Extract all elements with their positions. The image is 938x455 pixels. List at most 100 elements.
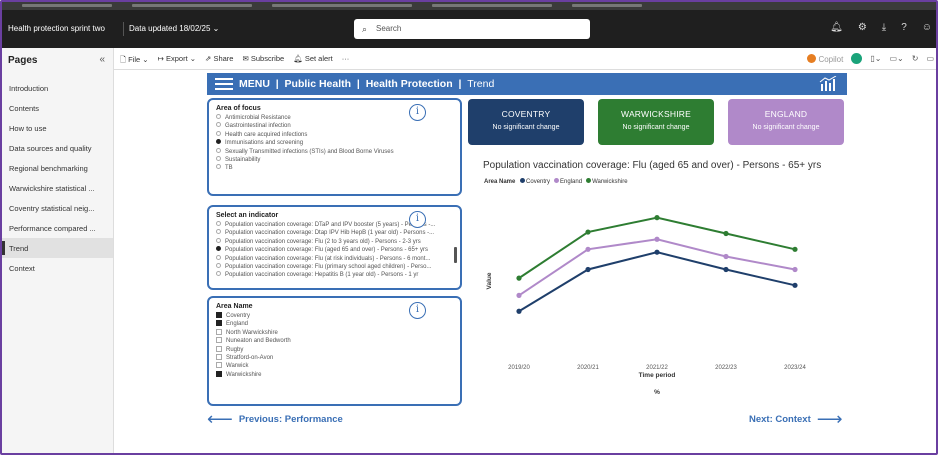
menu-icon[interactable] xyxy=(215,78,233,90)
radio-button[interactable] xyxy=(216,237,221,243)
data-point xyxy=(792,282,798,288)
page-item-0[interactable]: Introduction xyxy=(2,78,113,98)
view-icon[interactable]: ▭⌄ xyxy=(889,54,903,63)
radio-option[interactable]: Population vaccination coverage: Hepatit… xyxy=(216,271,453,279)
set-alert-button[interactable]: 🔔︎ Set alert xyxy=(293,54,333,67)
download-icon[interactable]: ⤓ xyxy=(882,22,886,33)
radio-button[interactable] xyxy=(216,221,221,226)
menu-label[interactable]: MENU xyxy=(239,78,270,90)
radio-option[interactable]: Population vaccination coverage: Flu (pr… xyxy=(216,263,453,271)
radio-button[interactable] xyxy=(216,263,221,269)
settings-icon[interactable]: ⚙ xyxy=(858,22,867,33)
page-item-1[interactable]: Contents xyxy=(2,98,113,118)
radio-option[interactable]: Immunisations and screening xyxy=(216,139,453,147)
data-point xyxy=(792,246,798,252)
bookmark-icon[interactable]: ▯⌄ xyxy=(870,54,881,63)
collapse-pages-icon[interactable]: « xyxy=(99,54,105,65)
radio-button[interactable] xyxy=(216,114,221,119)
header-banner: MENU | Public Health | Health Protection… xyxy=(207,73,847,95)
x-tick-label: 2023/24 xyxy=(784,365,806,371)
refresh-icon[interactable] xyxy=(851,53,863,64)
checkbox-option[interactable]: Warwickshire xyxy=(216,370,453,379)
data-point xyxy=(516,275,522,281)
checkbox-option[interactable]: North Warwickshire xyxy=(216,328,453,337)
checkbox-option[interactable]: Warwick xyxy=(216,362,453,370)
radio-option[interactable]: Health care acquired infections xyxy=(216,130,453,139)
comment-icon[interactable]: ▭ xyxy=(926,54,934,63)
radio-option[interactable]: Population vaccination coverage: Dtap IP… xyxy=(216,229,453,237)
breadcrumb-health-protection[interactable]: Health Protection xyxy=(366,78,453,90)
notifications-icon[interactable]: 🔔︎ xyxy=(830,22,843,33)
option-label: North Warwickshire xyxy=(226,329,278,336)
checkbox[interactable] xyxy=(216,312,222,318)
help-icon[interactable]: ? xyxy=(901,22,907,33)
page-item-5[interactable]: Warwickshire statistical ... xyxy=(2,178,113,198)
radio-option[interactable]: Population vaccination coverage: Flu (ag… xyxy=(216,246,453,254)
checkbox-option[interactable]: Rugby xyxy=(216,345,453,354)
radio-button[interactable] xyxy=(216,271,221,277)
next-page-link[interactable]: Next: Context ⟶ xyxy=(749,410,843,428)
share-button[interactable]: ⇗ Share xyxy=(205,54,233,67)
copilot-button[interactable]: Copilot xyxy=(807,53,843,64)
checkbox[interactable] xyxy=(216,320,222,327)
indicator-options: Population vaccination coverage: DTaP an… xyxy=(216,221,453,280)
checkbox[interactable] xyxy=(216,362,222,369)
radio-button[interactable] xyxy=(216,156,221,162)
radio-button[interactable] xyxy=(216,229,221,235)
search-icon: ⌕ xyxy=(362,24,368,34)
checkbox-option[interactable]: England xyxy=(216,320,453,328)
checkbox[interactable] xyxy=(216,370,222,377)
radio-option[interactable]: Population vaccination coverage: Flu (2 … xyxy=(216,237,453,246)
chart-title: Population vaccination coverage: Flu (ag… xyxy=(483,160,822,171)
breadcrumb-trend: Trend xyxy=(467,78,495,90)
x-tick-label: 2020/21 xyxy=(577,365,599,371)
checkbox[interactable] xyxy=(216,354,222,361)
trend-line-chart: Value 2019/20 2020/21 2021/22 2022/23 2023/24… xyxy=(486,215,807,396)
page-item-6[interactable]: Coventry statistical neig... xyxy=(2,198,113,218)
workspace-name[interactable]: Health protection sprint two xyxy=(8,24,105,33)
arrow-left-icon: ⟵ xyxy=(207,409,233,429)
search-box[interactable]: ⌕ Search xyxy=(354,19,590,39)
checkbox[interactable] xyxy=(216,337,222,344)
more-options-button[interactable]: ··· xyxy=(342,54,350,67)
radio-button[interactable] xyxy=(216,164,221,170)
radio-option[interactable]: Sustainability xyxy=(216,156,453,164)
info-icon[interactable]: i xyxy=(409,104,426,121)
x-tick-label: 2021/22 xyxy=(646,365,668,371)
card-status: No significant change xyxy=(752,124,820,131)
reload-icon[interactable]: ↻ xyxy=(912,54,919,63)
option-label: Nuneaton and Bedworth xyxy=(226,338,291,345)
page-item-3[interactable]: Data sources and quality xyxy=(2,138,113,158)
option-label: Gastrointestinal infection xyxy=(225,123,291,130)
radio-button[interactable] xyxy=(216,122,221,128)
info-icon[interactable]: i xyxy=(409,302,426,319)
file-menu[interactable]: 🗋 File ⌄ xyxy=(120,54,149,67)
breadcrumb-public-health[interactable]: Public Health xyxy=(285,78,352,90)
subscribe-button[interactable]: ✉ Subscribe xyxy=(242,54,284,67)
page-item-8[interactable]: Trend xyxy=(2,238,113,258)
report-toolbar: 🗋 File ⌄ ↦ Export ⌄ ⇗ Share ✉ Subscribe … xyxy=(114,48,936,70)
page-item-4[interactable]: Regional benchmarking xyxy=(2,158,113,178)
radio-option[interactable]: Gastrointestinal infection xyxy=(216,122,453,130)
checkbox-option[interactable]: Nuneaton and Bedworth xyxy=(216,337,453,345)
radio-button[interactable] xyxy=(216,254,221,260)
radio-button[interactable] xyxy=(216,246,221,252)
checkbox[interactable] xyxy=(216,345,222,352)
data-updated-dropdown[interactable]: Data updated 18/02/25 ⌄ xyxy=(129,24,219,33)
page-item-2[interactable]: How to use xyxy=(2,118,113,138)
feedback-icon[interactable]: ☺ xyxy=(922,22,932,33)
info-icon[interactable]: i xyxy=(409,211,426,228)
page-item-7[interactable]: Performance compared ... xyxy=(2,218,113,238)
radio-button[interactable] xyxy=(216,130,221,136)
indicator-scrollbar[interactable] xyxy=(454,247,457,263)
radio-option[interactable]: Sexually Transmitted infections (STIs) a… xyxy=(216,147,453,156)
checkbox[interactable] xyxy=(216,328,222,335)
radio-option[interactable]: Population vaccination coverage: Flu (at… xyxy=(216,254,453,263)
export-menu[interactable]: ↦ Export ⌄ xyxy=(158,54,196,67)
previous-page-link[interactable]: ⟵ Previous: Performance xyxy=(207,409,343,429)
page-item-9[interactable]: Context xyxy=(2,258,113,278)
radio-option[interactable]: TB xyxy=(216,164,453,172)
radio-button[interactable] xyxy=(216,139,221,145)
checkbox-option[interactable]: Stratford-on-Avon xyxy=(216,354,453,362)
radio-button[interactable] xyxy=(216,147,221,153)
